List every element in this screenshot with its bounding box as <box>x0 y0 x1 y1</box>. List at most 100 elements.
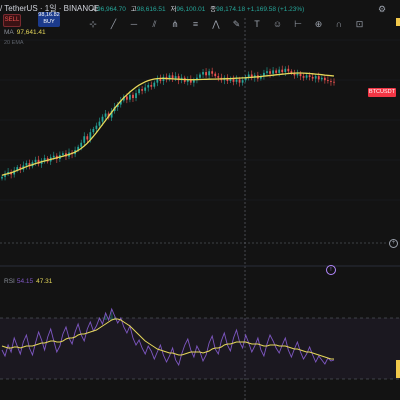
ma-legend-value: 97,641.41 <box>16 29 46 36</box>
ohlc-open-value: 96,964.70 <box>96 6 126 13</box>
rsi-legend[interactable]: RSI 54.15 47.31 <box>4 278 52 285</box>
candle-body <box>144 87 147 91</box>
lock-icon[interactable]: ⊡ <box>355 19 365 29</box>
alert-icon[interactable]: ! <box>326 265 336 275</box>
candle-body <box>320 77 323 80</box>
candle-body <box>208 71 211 76</box>
drawing-toolbar: ⊹ ╱ ─ ⫽ ⋔ ≡ ⋀ ✎ T ☺ ⊢ ⊕ ∩ ⊡ <box>88 14 375 29</box>
emoji-icon[interactable]: ☺ <box>273 19 283 29</box>
magnet-icon[interactable]: ∩ <box>334 19 344 29</box>
candle-body <box>52 155 55 158</box>
fib-icon[interactable]: ≡ <box>191 19 201 29</box>
grid-lines <box>0 39 400 201</box>
rsi-band-background <box>0 318 400 379</box>
candle-body <box>238 79 241 83</box>
ma-legend[interactable]: MA 97,641.41 <box>4 29 46 36</box>
ema-legend[interactable]: 20 EMA <box>4 40 24 46</box>
candle-body <box>80 142 83 147</box>
candle-body <box>125 96 128 100</box>
candle-body <box>272 70 274 74</box>
candle-body <box>269 71 271 74</box>
candle-body <box>330 81 332 82</box>
candle-body <box>153 82 156 87</box>
candle-body <box>199 74 201 78</box>
rsi-legend-value: 54.15 <box>16 278 34 285</box>
ohlc-high-value: 98,616.51 <box>136 6 166 13</box>
ohlc-close-value: 98,174.18 <box>216 6 246 13</box>
candle-body <box>1 176 3 179</box>
candle-body <box>25 163 28 166</box>
candle-body <box>141 89 144 91</box>
settings-icon[interactable]: ⚙ <box>378 4 388 14</box>
ohlc-low-value: 96,100.01 <box>176 6 206 13</box>
candle-body <box>202 72 204 75</box>
candlestick-series <box>1 65 335 181</box>
candle-body <box>217 76 220 78</box>
candle-body <box>135 93 137 99</box>
trend-line-icon[interactable]: ╱ <box>109 19 119 29</box>
candle-body <box>278 69 281 73</box>
ohlc-change: +1,169.58 (+1.23%) <box>246 6 305 13</box>
buy-label: BUY <box>43 19 55 25</box>
candle-body <box>241 80 244 83</box>
candle-body <box>308 75 311 77</box>
candle-body <box>311 76 314 79</box>
sell-button[interactable]: SELL <box>3 14 21 27</box>
candle-body <box>174 76 177 79</box>
text-icon[interactable]: T <box>252 19 262 29</box>
candle-body <box>299 73 302 77</box>
candle-body <box>86 136 89 140</box>
candle-body <box>284 68 287 73</box>
candle-body <box>211 71 214 74</box>
candle-body <box>327 80 329 81</box>
buy-price: 98,16.82 <box>38 12 60 18</box>
candle-body <box>235 79 238 82</box>
rsi-ma-legend-value: 47.31 <box>36 278 53 285</box>
candle-body <box>205 72 207 76</box>
buy-button[interactable]: 98,16.82 BUY <box>38 12 60 27</box>
horizontal-line-icon[interactable]: ─ <box>129 19 139 29</box>
candle-body <box>302 76 305 78</box>
candle-body <box>83 136 86 143</box>
candle-body <box>275 70 278 73</box>
candle-body <box>171 75 174 79</box>
ma-legend-name: MA <box>4 29 14 36</box>
measure-icon[interactable]: ⊢ <box>293 19 303 29</box>
candle-body <box>132 94 134 99</box>
candle-body <box>333 81 335 83</box>
pane-options-icon[interactable]: + <box>389 239 398 248</box>
pattern-icon[interactable]: ⋀ <box>211 19 221 29</box>
candle-body <box>314 76 317 79</box>
candle-body <box>287 68 290 72</box>
price-tag: BTCUSDT <box>368 88 396 97</box>
rsi-edge-marker <box>396 360 400 378</box>
ohlc-readout: 시96,964.70 고98,616.51 저96,100.01 종98,174… <box>88 3 304 13</box>
candle-body <box>34 159 37 163</box>
candle-body <box>92 128 95 133</box>
candle-body <box>247 74 250 77</box>
candle-body <box>101 116 104 122</box>
candle-body <box>150 85 153 87</box>
channel-icon[interactable]: ⫽ <box>150 19 160 29</box>
brush-icon[interactable]: ✎ <box>232 19 242 29</box>
rsi-legend-name: RSI <box>4 278 15 285</box>
chart-canvas[interactable] <box>0 0 400 400</box>
candle-body <box>305 75 308 78</box>
candle-body <box>296 73 299 76</box>
candle-body <box>317 76 320 80</box>
candle-body <box>192 80 195 83</box>
crosshair-icon[interactable]: ⊹ <box>88 19 98 29</box>
candle-body <box>266 71 268 73</box>
candle-body <box>98 121 101 126</box>
candle-body <box>62 153 64 155</box>
candle-body <box>281 69 284 73</box>
candle-body <box>147 85 150 88</box>
candle-body <box>214 73 217 77</box>
candle-body <box>138 89 140 94</box>
pitchfork-icon[interactable]: ⋔ <box>170 19 180 29</box>
candle-body <box>129 94 131 100</box>
zoom-icon[interactable]: ⊕ <box>314 19 324 29</box>
candle-body <box>323 77 326 81</box>
candle-body <box>104 113 107 117</box>
candle-body <box>95 125 98 129</box>
